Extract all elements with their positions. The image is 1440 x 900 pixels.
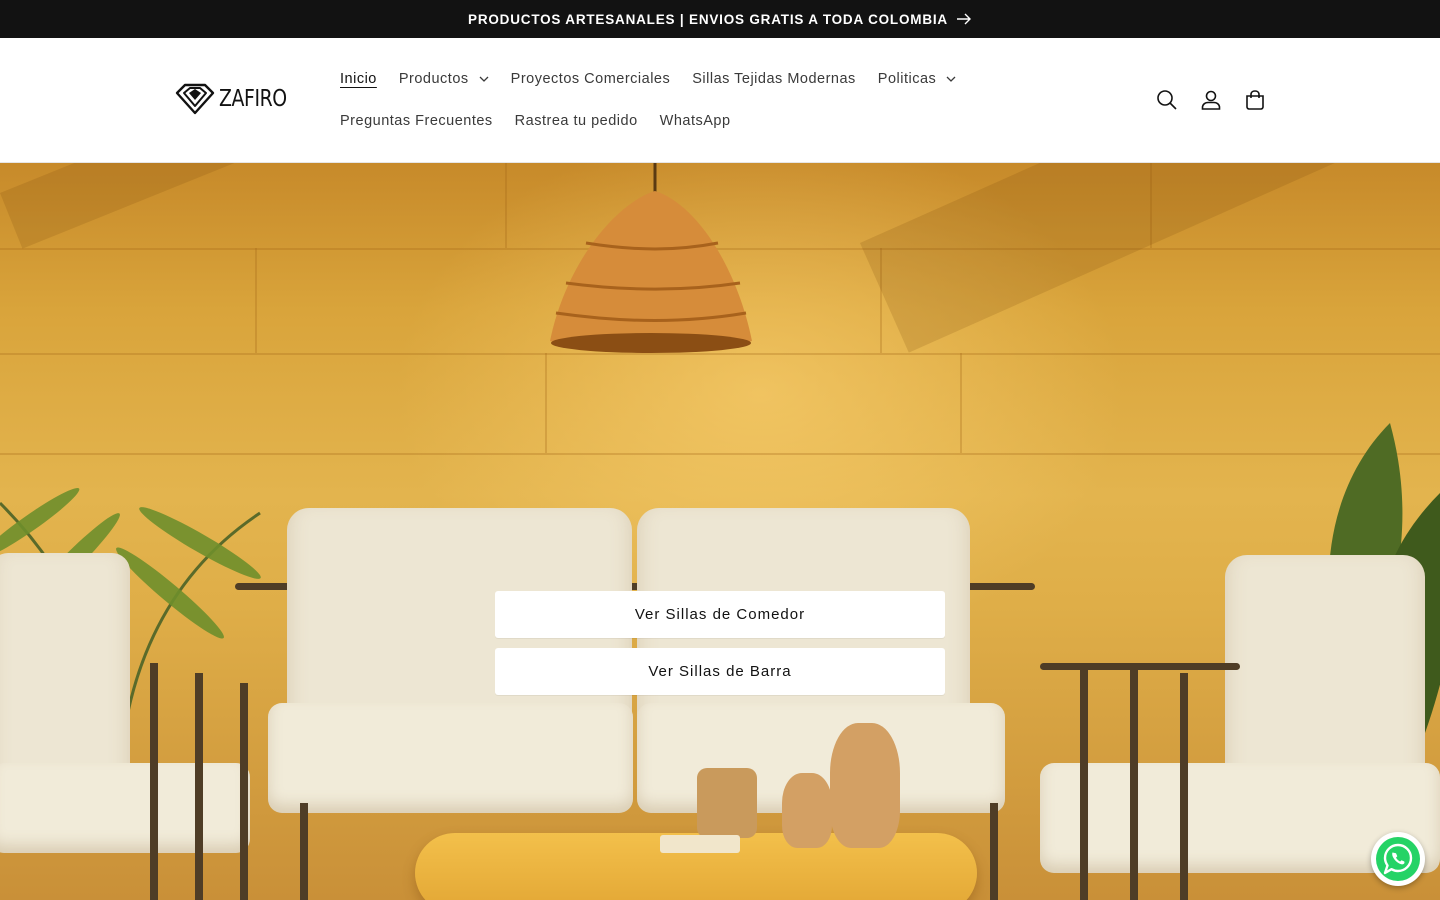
nav-item-label: Preguntas Frecuentes [340, 113, 493, 129]
cart-icon [1246, 90, 1264, 110]
main-navigation: Inicio Productos Proyectos Comerciales S… [330, 58, 970, 142]
decor-vase [830, 723, 900, 848]
nav-item-rastrea-tu-pedido[interactable]: Rastrea tu pedido [505, 100, 650, 142]
decor-vase [782, 773, 832, 848]
chevron-down-icon [479, 76, 489, 82]
wall-block-line [545, 353, 547, 453]
header-icons [1150, 78, 1272, 122]
announcement-bar[interactable]: PRODUCTOS ARTESANALES | ENVIOS GRATIS A … [0, 0, 1440, 38]
ver-sillas-de-comedor-button[interactable]: Ver Sillas de Comedor [495, 591, 945, 638]
whatsapp-icon [1376, 837, 1420, 881]
armchair-frame [195, 673, 203, 900]
sofa-leg [990, 803, 998, 900]
nav-row-primary: Inicio Productos Proyectos Comerciales S… [330, 58, 970, 100]
nav-item-label: Inicio [340, 71, 377, 87]
site-logo[interactable]: ZAFIRO [175, 82, 302, 116]
nav-item-label: Sillas Tejidas Modernas [692, 71, 856, 87]
wall-block-line [255, 248, 257, 353]
nav-item-productos[interactable]: Productos [389, 58, 501, 100]
account-icon [1201, 90, 1221, 110]
wall-block-line [505, 163, 507, 248]
nav-row-secondary: Preguntas Frecuentes Rastrea tu pedido W… [330, 100, 970, 142]
armchair-frame [1080, 663, 1088, 900]
armchair-frame [150, 663, 158, 900]
announcement-text[interactable]: PRODUCTOS ARTESANALES | ENVIOS GRATIS A … [468, 12, 948, 27]
nav-item-whatsapp[interactable]: WhatsApp [650, 100, 743, 142]
chevron-down-icon [946, 76, 956, 82]
nav-item-proyectos-comerciales[interactable]: Proyectos Comerciales [501, 58, 683, 100]
decor-book [660, 835, 740, 853]
search-button[interactable] [1150, 78, 1184, 122]
sofa-leg [300, 803, 308, 900]
nav-item-politicas[interactable]: Politicas [868, 58, 969, 100]
wall-shadow [860, 163, 1440, 353]
sofa-seat-cushion [268, 703, 633, 813]
decor-mug [697, 768, 757, 838]
search-icon [1157, 90, 1177, 110]
arrow-right-icon [956, 13, 971, 25]
nav-item-label: Proyectos Comerciales [510, 71, 671, 87]
armchair-frame [1040, 663, 1240, 670]
nav-item-preguntas-frecuentes[interactable]: Preguntas Frecuentes [330, 100, 505, 142]
account-button[interactable] [1194, 78, 1228, 122]
ver-sillas-de-barra-button[interactable]: Ver Sillas de Barra [495, 648, 945, 695]
site-header: ZAFIRO Inicio Productos Proyectos Comerc… [0, 38, 1440, 163]
nav-item-sillas-tejidas-modernas[interactable]: Sillas Tejidas Modernas [682, 58, 868, 100]
logo-wordmark: ZAFIRO [219, 86, 287, 112]
nav-item-label: Rastrea tu pedido [514, 113, 638, 129]
nav-item-label: Productos [398, 71, 469, 87]
armchair-frame [1130, 668, 1138, 900]
nav-item-label: Politicas [877, 71, 937, 87]
cart-button[interactable] [1238, 78, 1272, 122]
hero-banner: Ver Sillas de Comedor Ver Sillas de Barr… [0, 163, 1440, 900]
nav-item-label: WhatsApp [659, 113, 731, 129]
hanging-lamp [550, 163, 752, 353]
whatsapp-floating-button[interactable] [1371, 832, 1425, 886]
armchair-frame [240, 683, 248, 900]
nav-item-inicio[interactable]: Inicio [330, 58, 389, 100]
armchair-frame [1180, 673, 1188, 900]
diamond-logo-icon [175, 83, 215, 115]
wall-block-line [960, 353, 962, 453]
armchair-seat-cushion [0, 763, 250, 853]
